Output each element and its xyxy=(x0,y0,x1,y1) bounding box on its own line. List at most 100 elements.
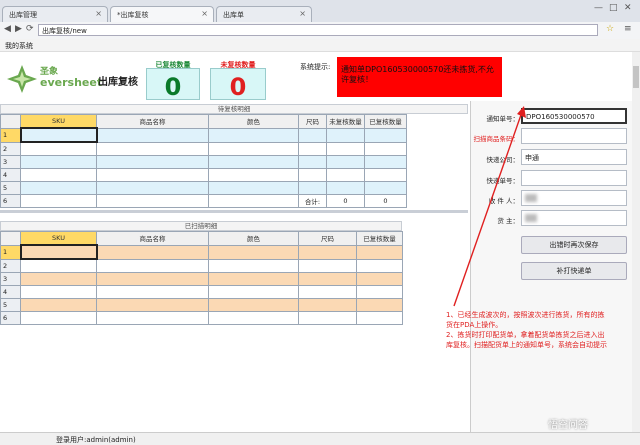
table-cell[interactable] xyxy=(96,272,209,286)
table-row[interactable]: 3 xyxy=(0,272,403,286)
reprint-waybill-button[interactable]: 补打快递单 xyxy=(521,262,627,280)
table-cell[interactable] xyxy=(20,181,97,195)
table-row[interactable]: 2 xyxy=(0,258,403,273)
scrollbar-thumb[interactable] xyxy=(633,66,639,88)
menu-icon[interactable]: ≡ xyxy=(624,24,632,34)
column-header-sku[interactable]: SKU xyxy=(20,114,97,129)
menu-my-system[interactable]: 我的系统 xyxy=(5,41,33,51)
table-cell[interactable] xyxy=(356,298,403,312)
minimize-icon[interactable]: — xyxy=(594,3,603,13)
table-cell[interactable] xyxy=(208,258,299,273)
table-cell[interactable] xyxy=(298,258,357,273)
table-cell[interactable] xyxy=(208,168,299,182)
table-cell[interactable] xyxy=(208,272,299,286)
close-icon[interactable]: × xyxy=(95,9,102,18)
close-icon[interactable]: × xyxy=(299,9,306,18)
column-header-sku[interactable]: SKU xyxy=(20,231,97,246)
table-cell[interactable] xyxy=(298,155,327,169)
column-header-product-name[interactable]: 商品名称 xyxy=(96,231,209,246)
table-cell[interactable] xyxy=(20,311,97,325)
table-cell[interactable] xyxy=(298,285,357,299)
column-header-color[interactable]: 颜色 xyxy=(208,114,299,129)
table-cell[interactable] xyxy=(356,285,403,299)
back-icon[interactable]: ◀ xyxy=(4,24,11,34)
table-cell[interactable] xyxy=(326,141,365,156)
table-cell[interactable] xyxy=(96,311,209,325)
table-cell[interactable] xyxy=(298,141,327,156)
column-header-size[interactable]: 尺码 xyxy=(298,114,327,129)
table-cell[interactable] xyxy=(96,181,209,195)
table-cell[interactable] xyxy=(208,127,299,143)
scrollbar[interactable] xyxy=(632,52,640,432)
table-cell[interactable] xyxy=(20,168,97,182)
table-row[interactable]: 5 xyxy=(0,181,407,195)
table-cell[interactable] xyxy=(96,168,209,182)
table-cell[interactable] xyxy=(96,244,209,260)
close-window-icon[interactable]: ✕ xyxy=(624,3,632,13)
table-row[interactable]: 5 xyxy=(0,298,403,312)
table-cell[interactable] xyxy=(326,155,365,169)
column-header-checked-qty[interactable]: 已复核数量 xyxy=(364,114,407,129)
column-header-size[interactable]: 尺码 xyxy=(298,231,357,246)
table-row[interactable]: 6 xyxy=(0,311,403,325)
table-cell[interactable] xyxy=(356,311,403,325)
table-cell[interactable] xyxy=(96,298,209,312)
table-row[interactable]: 2 xyxy=(0,141,407,156)
table-cell[interactable] xyxy=(20,298,97,312)
reload-icon[interactable]: ⟳ xyxy=(26,24,34,34)
table-cell[interactable] xyxy=(364,168,407,182)
table-row[interactable]: 4 xyxy=(0,168,407,182)
table-cell[interactable] xyxy=(208,244,299,260)
url-input[interactable]: 出库复核/new xyxy=(38,24,598,36)
table-cell[interactable] xyxy=(19,244,98,260)
table-cell[interactable] xyxy=(298,298,357,312)
table-cell[interactable] xyxy=(356,244,403,260)
table-cell[interactable] xyxy=(96,258,209,273)
courier-input[interactable]: 申通 xyxy=(521,149,627,165)
column-header-unchecked-qty[interactable]: 未复核数量 xyxy=(326,114,365,129)
column-header-product-name[interactable]: 商品名称 xyxy=(96,114,209,129)
table-row[interactable]: 3 xyxy=(0,155,407,169)
receiver-input[interactable] xyxy=(521,190,627,206)
table-cell[interactable] xyxy=(298,272,357,286)
table-cell[interactable] xyxy=(298,181,327,195)
table-row[interactable]: 1 xyxy=(0,244,403,260)
table-cell[interactable] xyxy=(20,155,97,169)
table-cell[interactable] xyxy=(326,127,365,143)
table-row[interactable]: 1 xyxy=(0,127,407,143)
column-header-checked-qty[interactable]: 已复核数量 xyxy=(356,231,403,246)
table-cell[interactable] xyxy=(356,258,403,273)
forward-icon[interactable]: ▶ xyxy=(15,24,22,34)
close-icon[interactable]: × xyxy=(201,9,208,18)
table-cell[interactable] xyxy=(298,244,357,260)
table-cell[interactable] xyxy=(20,258,97,273)
table-cell[interactable] xyxy=(96,285,209,299)
star-icon[interactable]: ☆ xyxy=(606,24,614,34)
maximize-icon[interactable]: □ xyxy=(609,3,618,13)
table-cell[interactable] xyxy=(298,311,357,325)
table-cell[interactable] xyxy=(208,285,299,299)
table-cell[interactable] xyxy=(208,311,299,325)
table-cell[interactable] xyxy=(364,155,407,169)
table-cell[interactable] xyxy=(20,141,97,156)
tracking-number-input[interactable] xyxy=(521,170,627,186)
table-cell[interactable] xyxy=(208,181,299,195)
table-cell[interactable] xyxy=(96,141,209,156)
table-cell[interactable] xyxy=(208,298,299,312)
splitter[interactable] xyxy=(0,210,468,213)
table-cell[interactable] xyxy=(208,141,299,156)
table-cell[interactable] xyxy=(20,272,97,286)
table-cell[interactable] xyxy=(96,155,209,169)
tab-outbound-review[interactable]: *出库复核 × xyxy=(110,6,214,22)
table-cell[interactable] xyxy=(19,127,98,143)
tab-outbound-order[interactable]: 出库单 × xyxy=(216,6,312,22)
table-cell[interactable] xyxy=(96,127,209,143)
owner-input[interactable] xyxy=(521,210,627,226)
table-cell[interactable] xyxy=(298,127,327,143)
table-cell[interactable] xyxy=(364,127,407,143)
table-cell[interactable] xyxy=(326,181,365,195)
table-row[interactable]: 4 xyxy=(0,285,403,299)
table-cell[interactable] xyxy=(208,155,299,169)
scan-barcode-input[interactable] xyxy=(521,128,627,144)
save-again-button[interactable]: 出错时再次保存 xyxy=(521,236,627,254)
